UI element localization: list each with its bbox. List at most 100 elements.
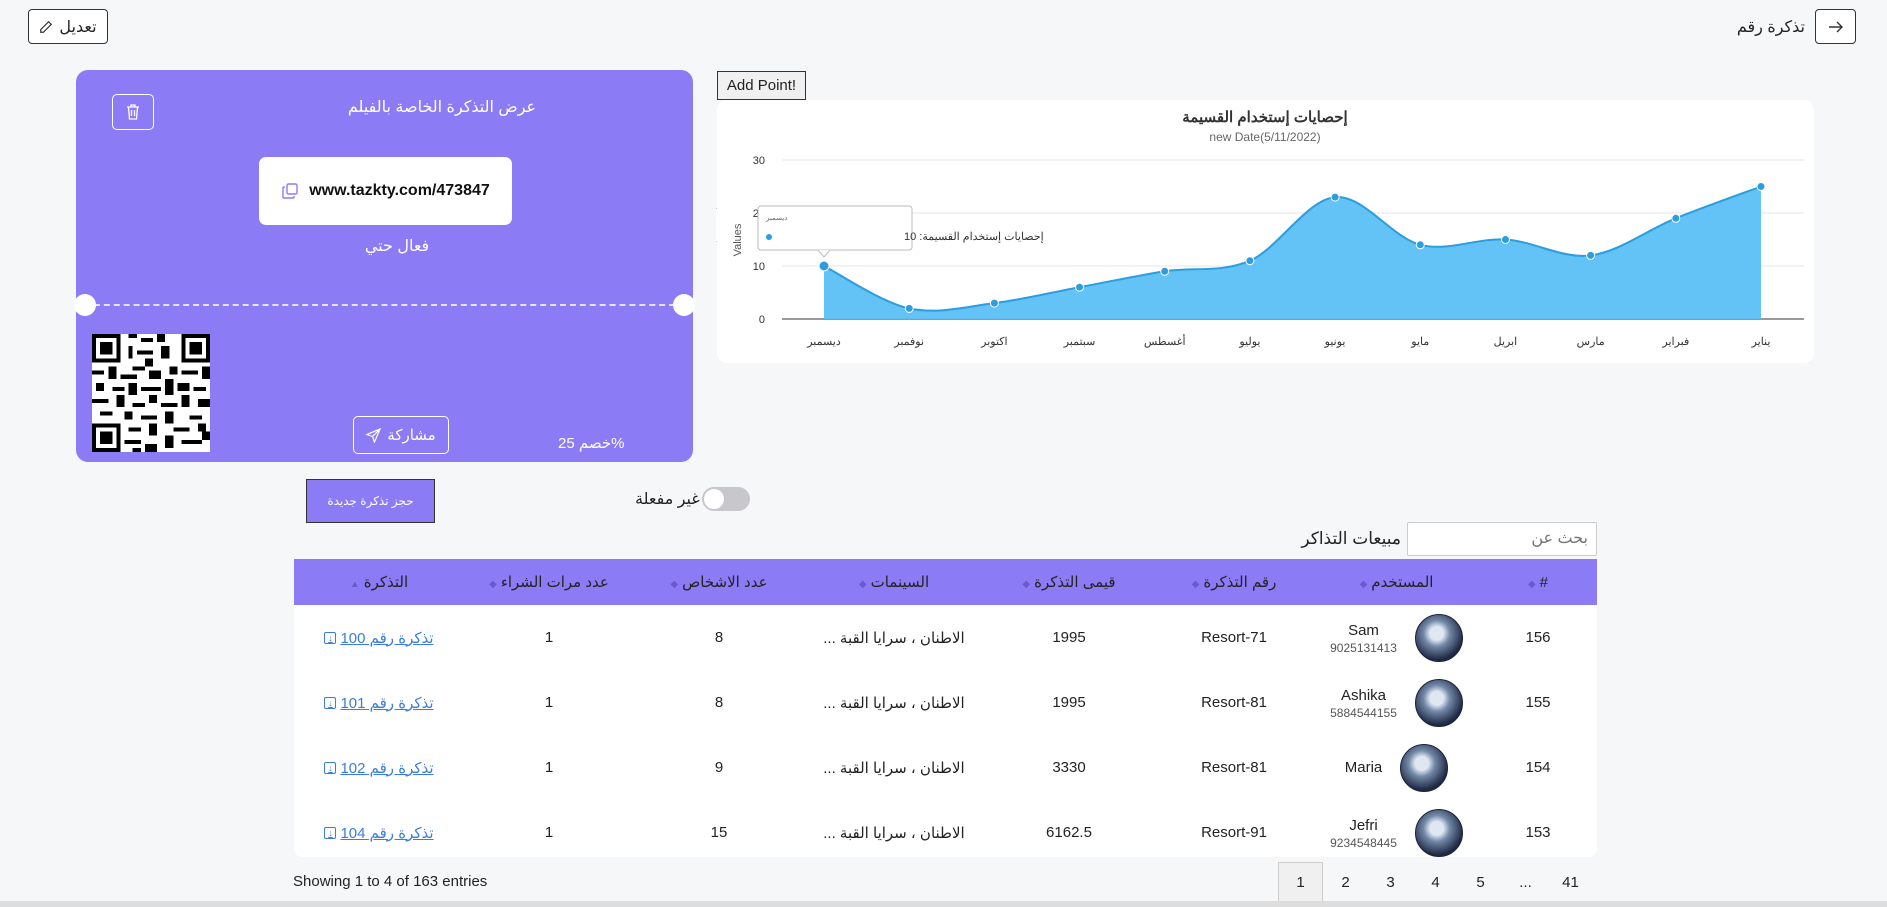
tooltip-arrow — [817, 249, 831, 258]
cell-value: 1995 — [1052, 694, 1086, 711]
new-ticket-button[interactable]: حجز تذكرة جديدة — [306, 479, 435, 523]
tickets-table: #◆ المستخدم◆ رقم التذكرة◆ قيمى التذكرة◆ … — [294, 559, 1597, 857]
horizontal-scrollbar[interactable] — [0, 901, 1887, 907]
edit-button[interactable]: تعديل — [28, 9, 108, 44]
back-button[interactable] — [1815, 9, 1856, 44]
x-tick-label: مارس — [1577, 336, 1605, 348]
user-name: Jefri — [1349, 816, 1378, 834]
tooltip-category: ديسمبر — [765, 215, 787, 222]
user-phone: 9025131413 — [1330, 640, 1397, 655]
valid-until-label: فعال حتي — [364, 238, 430, 255]
cell-cinema: الاطنان ، سرايا القبة ... — [823, 824, 965, 842]
y-tick-label: 30 — [753, 155, 765, 167]
x-tick-label: مايو — [1410, 336, 1429, 348]
col-header-ticket-no[interactable]: رقم التذكرة◆ — [1154, 559, 1314, 605]
search-group: مبيعات التذاكر — [1301, 522, 1597, 556]
status-toggle[interactable] — [701, 487, 750, 511]
add-point-button[interactable]: Add Point! — [717, 71, 806, 100]
cell-persons: 9 — [714, 759, 724, 776]
data-point — [1586, 250, 1596, 260]
col-header-user[interactable]: المستخدم◆ — [1314, 559, 1479, 605]
entries-info: Showing 1 to 4 of 163 entries — [293, 873, 488, 890]
table-row: 154 Maria Resort-81 3330 الاطنان ، سرايا… — [294, 735, 1597, 800]
ticket-link[interactable]: تذكرة رقم 100 ↓ — [324, 629, 434, 647]
sort-icon: ◆ — [1022, 579, 1031, 590]
copy-icon[interactable] — [281, 182, 299, 200]
x-tick-label: أغسطس — [1144, 334, 1186, 348]
ticket-link[interactable]: تذكرة رقم 102 ↓ — [324, 759, 434, 777]
download-icon: ↓ — [324, 631, 337, 644]
x-tick-label: نوفمبر — [893, 336, 924, 348]
toggle-knob — [703, 489, 724, 509]
table-header-row: #◆ المستخدم◆ رقم التذكرة◆ قيمى التذكرة◆ … — [294, 559, 1597, 605]
sort-asc-icon: ▲ — [349, 579, 360, 590]
col-header-persons[interactable]: عدد الاشخاص◆ — [634, 559, 804, 605]
data-point — [989, 298, 999, 308]
cell-ticket-no: Resort-81 — [1201, 694, 1267, 711]
data-point — [1671, 213, 1681, 223]
share-button-label: مشاركة — [387, 427, 436, 444]
sort-icon: ◆ — [489, 579, 497, 590]
col-header-user-label: المستخدم — [1371, 574, 1434, 591]
data-point — [1245, 256, 1255, 266]
x-tick-label: يونيو — [1324, 336, 1346, 348]
page-ellipsis: ... — [1519, 873, 1532, 891]
pencil-icon — [40, 20, 53, 33]
sort-icon: ◆ — [858, 579, 867, 590]
cell-persons: 8 — [714, 629, 724, 646]
edit-button-label: تعديل — [59, 18, 97, 36]
cell-id: 156 — [1525, 629, 1551, 646]
chart-subtitle: new Date(5/11/2022) — [1209, 130, 1320, 144]
sales-label: مبيعات التذاكر — [1301, 529, 1401, 548]
col-header-ticket[interactable]: التذكرة▲ — [294, 559, 464, 605]
cell-id: 153 — [1525, 824, 1551, 841]
cell-ticket-no: Resort-91 — [1201, 824, 1267, 841]
cell-id: 155 — [1525, 694, 1551, 711]
col-header-cinema[interactable]: السينمات◆ — [804, 559, 984, 605]
col-header-id[interactable]: #◆ — [1479, 559, 1597, 605]
page-button[interactable]: 41 — [1548, 862, 1593, 902]
cell-cinema: الاطنان ، سرايا القبة ... — [823, 629, 965, 647]
ticket-link-label: تذكرة رقم 104 — [340, 824, 434, 842]
user-phone: 9234548445 — [1330, 835, 1397, 850]
page-button[interactable]: 2 — [1323, 862, 1368, 902]
toggle-label: غير مفعلة — [635, 491, 700, 508]
ticket-url-box[interactable]: www.tazkty.com/473847 — [259, 157, 512, 225]
search-input[interactable] — [1407, 522, 1597, 556]
page-button[interactable]: 4 — [1413, 862, 1458, 902]
cell-user: Ashika 5884544155 — [1314, 670, 1479, 735]
avatar — [1414, 808, 1463, 857]
discount-label: خصم 25% — [558, 435, 625, 452]
col-header-purchases[interactable]: عدد مرات الشراء◆ — [464, 559, 634, 605]
tooltip-box — [757, 205, 913, 251]
cell-id: 154 — [1525, 759, 1551, 776]
ticket-notch-right — [673, 294, 695, 316]
page-button[interactable]: 3 — [1368, 862, 1413, 902]
ticket-url: www.tazkty.com/473847 — [309, 182, 490, 199]
sort-icon: ◆ — [1527, 578, 1536, 590]
y-axis-label: Values — [732, 223, 744, 256]
user-name: Sam — [1348, 621, 1379, 639]
sort-icon: ◆ — [1359, 579, 1368, 590]
ticket-link[interactable]: تذكرة رقم 101 ↓ — [324, 694, 434, 712]
x-tick-label: يوليو — [1238, 336, 1260, 348]
share-button[interactable]: مشاركة — [353, 416, 449, 454]
tooltip-text: إحصايات إستخدام القسيمة: 10 — [904, 231, 1044, 243]
download-icon: ↓ — [324, 696, 337, 709]
chart-title: إحصايات إستخدام القسيمة — [1182, 109, 1347, 126]
page-button[interactable]: 1 — [1278, 862, 1323, 902]
cell-value: 3330 — [1052, 759, 1086, 776]
page-button[interactable]: 5 — [1458, 862, 1503, 902]
cell-user: Jefri 9234548445 — [1314, 800, 1479, 857]
table-row: 156 Sam 9025131413 Resort-71 1995 الاطنان… — [294, 605, 1597, 670]
ticket-link[interactable]: تذكرة رقم 104 ↓ — [324, 824, 434, 842]
col-header-value[interactable]: قيمى التذكرة◆ — [984, 559, 1154, 605]
table-row: 153 Jefri 9234548445 Resort-91 6162.5 الا… — [294, 800, 1597, 857]
x-tick-label: سبتمبر — [1063, 336, 1096, 348]
col-header-purchases-label: عدد مرات الشراء — [500, 574, 609, 591]
ticket-title: عرض التذكرة الخاصة بالفيلم — [347, 99, 537, 116]
cell-value: 1995 — [1052, 629, 1086, 646]
col-header-persons-label: عدد الاشخاص — [682, 574, 768, 591]
avatar — [1414, 613, 1463, 662]
cell-ticket: تذكرة رقم 101 ↓ — [294, 670, 464, 735]
